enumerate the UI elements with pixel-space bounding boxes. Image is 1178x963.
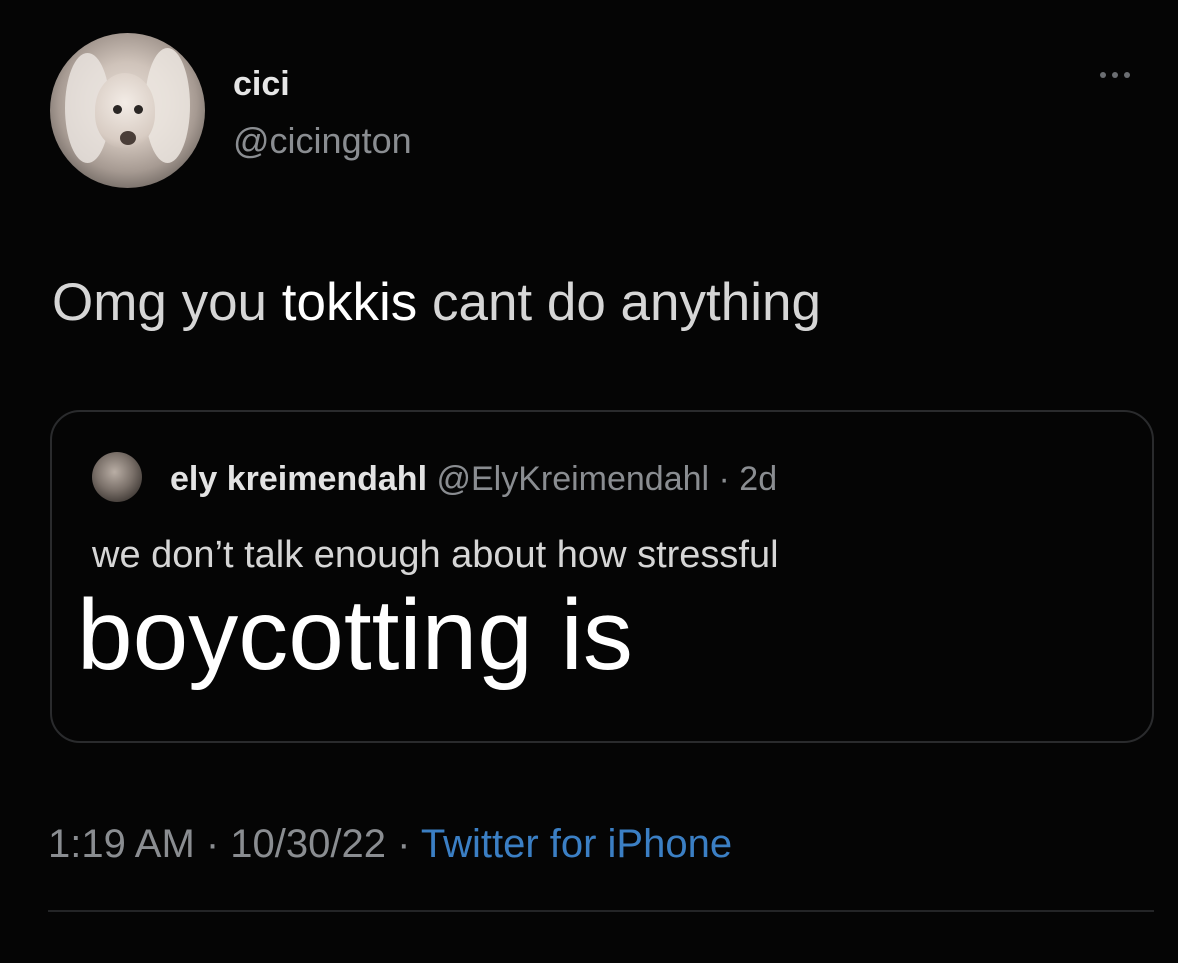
more-dot: [1112, 72, 1118, 78]
divider: [48, 910, 1154, 912]
tweet-text-overlay: tokkis: [281, 273, 418, 332]
avatar-eye-left: [113, 105, 122, 114]
tweet-source-link[interactable]: Twitter for iPhone: [421, 822, 732, 866]
quoted-author-avatar: [92, 452, 142, 502]
tweet-text: Omg you tokkis cant do anything: [52, 272, 821, 333]
tweet-meta: 1:19 AM · 10/30/22 · Twitter for iPhone: [48, 822, 732, 867]
quoted-tweet[interactable]: ely kreimendahl @ElyKreimendahl · 2d we …: [50, 410, 1154, 743]
more-options-icon[interactable]: [1100, 72, 1130, 78]
quoted-tweet-text: we don’t talk enough about how stressful: [92, 534, 779, 576]
more-dot: [1124, 72, 1130, 78]
author-display-name[interactable]: cici: [233, 65, 290, 104]
tweet-timestamp[interactable]: 1:19 AM · 10/30/22 ·: [48, 822, 421, 866]
author-handle[interactable]: @cicington: [233, 120, 412, 162]
more-dot: [1100, 72, 1106, 78]
author-avatar[interactable]: [50, 33, 205, 188]
quoted-tweet-header: ely kreimendahl @ElyKreimendahl · 2d: [170, 460, 777, 499]
quoted-author-name: ely kreimendahl: [170, 460, 428, 498]
avatar-mouth: [120, 131, 136, 145]
quoted-author-handle-time: @ElyKreimendahl · 2d: [427, 460, 778, 498]
tweet: cici @cicington Omg you tokkis cant do a…: [0, 0, 1178, 963]
quoted-tweet-overlay-text: boycotting is: [77, 579, 633, 691]
tweet-text-after: cant do anything: [417, 273, 821, 332]
avatar-eye-right: [134, 105, 143, 114]
tweet-text-before: Omg you: [52, 273, 282, 332]
